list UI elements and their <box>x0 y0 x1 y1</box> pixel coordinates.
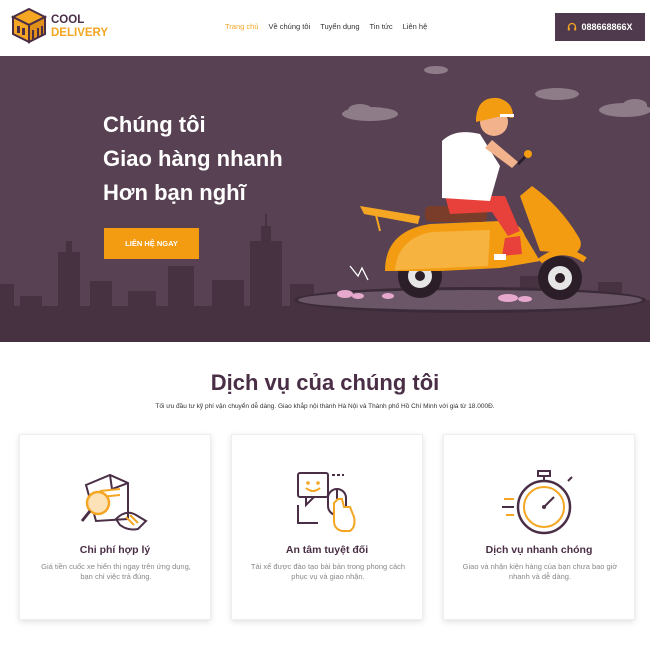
card-title: An tâm tuyệt đối <box>285 544 369 556</box>
card-title: Dịch vụ nhanh chóng <box>485 544 593 556</box>
phone-number: 088668866X <box>581 22 633 32</box>
brand-line1: COOL <box>51 14 85 26</box>
box-logo-icon <box>10 7 48 44</box>
headset-icon <box>568 22 577 31</box>
contact-now-button[interactable]: LIÊN HỆ NGAY <box>104 228 199 259</box>
hero-line-3: Hơn bạn nghĩ <box>103 180 246 205</box>
card-description: Giá tiền cuốc xe hiển thị ngay trên ứng … <box>41 562 191 581</box>
nav-item-careers[interactable]: Tuyển dụng <box>320 22 359 31</box>
nav-item-news[interactable]: Tin tức <box>370 22 393 31</box>
nav-item-about[interactable]: Về chúng tôi <box>269 22 311 31</box>
nav-item-home[interactable]: Trang chủ <box>225 22 259 31</box>
site-header: COOL DELIVERY Trang chủ Về chúng tôi Tuy… <box>0 0 650 56</box>
scooter-rider <box>360 97 587 300</box>
service-card-safety[interactable]: An tâm tuyệt đối Tài xế được đào tạo bài… <box>231 434 423 620</box>
card-description: Giao và nhận kiện hàng của bạn chưa bao … <box>462 562 618 581</box>
services-title: Dịch vụ của chúng tôi <box>210 370 440 395</box>
services-subtitle: Tối ưu đầu tư kỹ phí vận chuyển dễ dàng.… <box>155 403 495 410</box>
hero-line-1: Chúng tôi <box>103 112 206 137</box>
brand-name: COOL DELIVERY <box>51 14 108 40</box>
hero-line-2: Giao hàng nhanh <box>103 146 283 171</box>
chat-touch-icon <box>297 472 356 532</box>
card-description: Tài xế được đào tạo bài bản trong phong … <box>250 562 406 581</box>
phone-button[interactable]: 088668866X <box>555 13 645 41</box>
stopwatch-icon <box>502 470 573 535</box>
nav-item-contact[interactable]: Liên hệ <box>403 22 428 31</box>
service-card-cost[interactable]: Chi phí hợp lý Giá tiền cuốc xe hiển thị… <box>19 434 211 620</box>
brand-line2: DELIVERY <box>51 27 109 39</box>
hero-headline: Chúng tôi Giao hàng nhanh Hơn bạn nghĩ <box>103 108 283 210</box>
document-magnifier-handshake-icon <box>80 473 148 531</box>
card-title: Chi phí hợp lý <box>79 544 151 556</box>
hero-banner: Chúng tôi Giao hàng nhanh Hơn bạn nghĩ L… <box>0 56 650 342</box>
main-nav: Trang chủ Về chúng tôi Tuyển dụng Tin tứ… <box>225 22 427 31</box>
service-card-speed[interactable]: Dịch vụ nhanh chóng Giao và nhận kiện hà… <box>443 434 635 620</box>
logo[interactable]: COOL DELIVERY <box>10 6 110 48</box>
hero-illustration <box>0 66 650 342</box>
